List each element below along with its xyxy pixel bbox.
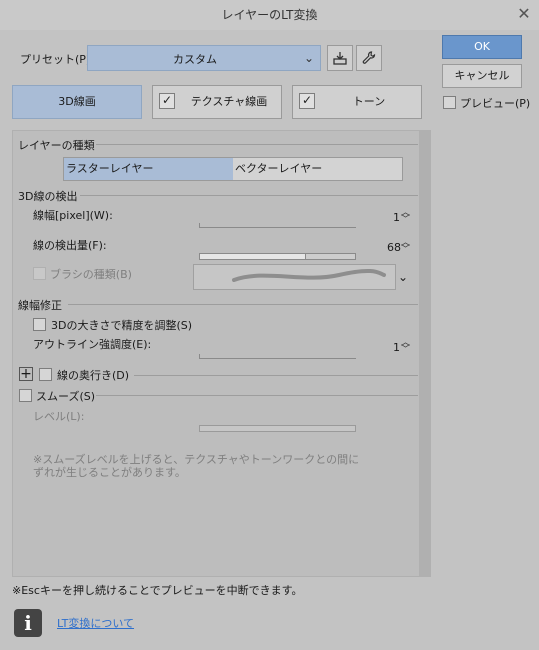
- smooth-level-label: レベル(L):: [33, 410, 85, 423]
- info-icon: i: [14, 609, 42, 637]
- adjust-precision-checkbox[interactable]: [33, 318, 46, 331]
- register-preset-button[interactable]: [327, 45, 353, 71]
- divider: [96, 395, 418, 396]
- ok-button[interactable]: OK: [442, 35, 522, 59]
- outline-strength-value[interactable]: 1: [393, 341, 400, 354]
- smooth-note-line2: ずれが生じることがあります。: [33, 466, 186, 479]
- smooth-checkbox[interactable]: [19, 389, 32, 402]
- preview-checkbox[interactable]: [443, 96, 456, 109]
- esc-hint: ※Escキーを押し続けることでプレビューを中断できます。: [12, 584, 303, 597]
- detect-heading: 3D線の検出: [18, 190, 78, 203]
- raster-layer-option[interactable]: ラスターレイヤー: [64, 158, 233, 180]
- brush-type-label: ブラシの種類(B): [50, 268, 132, 281]
- brush-stroke-icon: [232, 268, 386, 282]
- texture-lineart-checkbox[interactable]: ✓: [159, 93, 175, 109]
- layer-type-heading: レイヤーの種類: [18, 139, 95, 152]
- detect-amount-spinner-icon[interactable]: ︿ ﹀: [401, 239, 410, 255]
- divider: [96, 144, 418, 145]
- divider: [68, 304, 418, 305]
- expand-plus-icon[interactable]: +: [19, 367, 33, 381]
- lt-conversion-help-link[interactable]: LT変換について: [57, 615, 134, 631]
- tab-texture-lineart-label: テクスチャ線画: [190, 95, 268, 108]
- cancel-button[interactable]: キャンセル: [442, 64, 522, 88]
- line-depth-checkbox[interactable]: [39, 368, 52, 381]
- line-width-label: 線幅[pixel](W):: [33, 209, 113, 222]
- close-icon[interactable]: ✕: [513, 3, 535, 25]
- tab-3d-lineart[interactable]: 3D線画: [12, 85, 142, 119]
- brush-type-preview[interactable]: [193, 264, 396, 290]
- tab-tone[interactable]: ✓ トーン: [292, 85, 422, 119]
- tab-3d-lineart-label: 3D線画: [58, 95, 96, 108]
- adjust-precision-label: 3Dの大きさで精度を調整(S): [51, 319, 193, 332]
- detect-amount-slider[interactable]: [199, 253, 356, 260]
- smooth-level-slider[interactable]: [199, 425, 356, 432]
- preset-settings-button[interactable]: [356, 45, 382, 71]
- line-width-spinner-icon[interactable]: ︿ ﹀: [401, 209, 410, 225]
- vector-layer-option[interactable]: ベクターレイヤー: [233, 158, 402, 180]
- outline-strength-spinner-icon[interactable]: ︿ ﹀: [401, 339, 410, 355]
- outline-strength-slider[interactable]: [199, 354, 356, 359]
- line-depth-label: 線の奥行き(D): [57, 369, 130, 382]
- preset-dropdown[interactable]: カスタム ⌄: [87, 45, 321, 71]
- divider: [134, 375, 418, 376]
- brush-chevron-down-icon[interactable]: ⌄: [398, 270, 408, 284]
- preset-value: カスタム: [173, 53, 217, 66]
- chevron-down-icon: ⌄: [303, 51, 314, 65]
- tab-tone-label: トーン: [352, 95, 386, 108]
- tone-checkbox[interactable]: ✓: [299, 93, 315, 109]
- tab-texture-lineart[interactable]: ✓ テクスチャ線画: [152, 85, 282, 119]
- layer-type-selector[interactable]: ラスターレイヤー ベクターレイヤー: [63, 157, 403, 181]
- detect-amount-label: 線の検出量(F):: [33, 239, 107, 252]
- detect-amount-value[interactable]: 68: [387, 241, 401, 254]
- window-title: レイヤーのLT変換: [221, 8, 318, 22]
- preview-label: プレビュー(P): [460, 97, 531, 110]
- wrench-icon: [362, 51, 376, 64]
- brush-type-checkbox[interactable]: [33, 267, 46, 280]
- divider: [80, 195, 418, 196]
- outline-strength-label: アウトライン強調度(E):: [33, 338, 152, 351]
- width-correct-heading: 線幅修正: [18, 299, 62, 312]
- line-width-slider[interactable]: [199, 223, 356, 228]
- detect-amount-fill: [200, 254, 307, 259]
- preset-label: プリセット(P):: [20, 53, 94, 66]
- scrollbar[interactable]: [420, 130, 431, 577]
- smooth-label: スムーズ(S): [36, 390, 96, 403]
- line-width-value[interactable]: 1: [393, 211, 400, 224]
- register-preset-icon: [333, 52, 347, 65]
